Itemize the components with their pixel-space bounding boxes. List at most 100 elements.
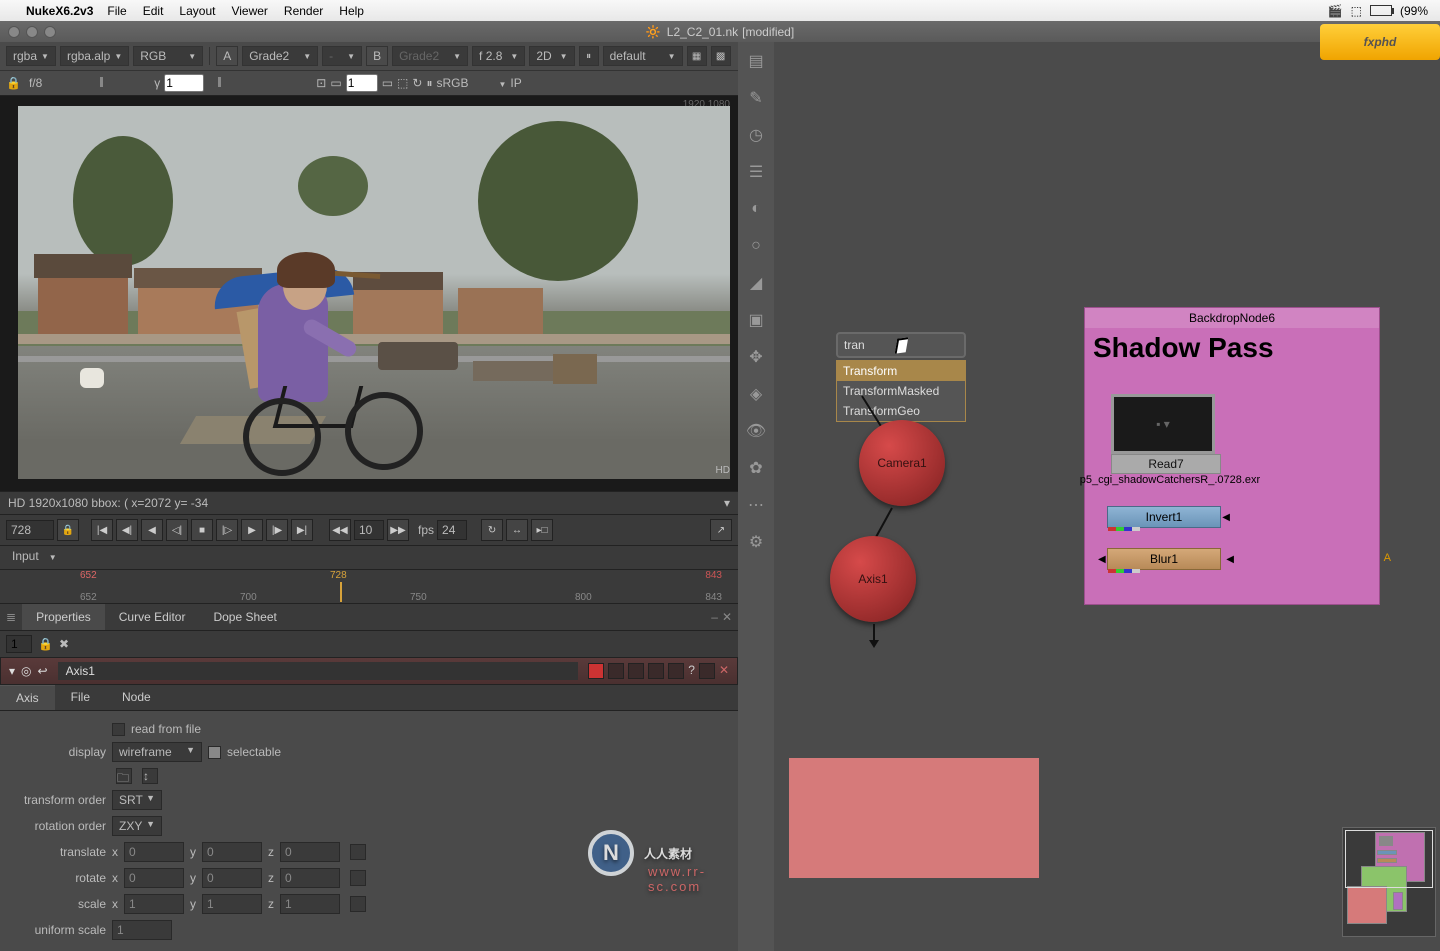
display-dropdown[interactable]: wireframe▼ [112,742,202,762]
layers-toggle[interactable]: ▦ [687,46,707,66]
node-undo-icon[interactable] [628,663,644,679]
toolset-menu-icon[interactable]: ⚙ [745,531,767,553]
goto-prev-key-icon[interactable]: ◀| [116,519,138,541]
fstop-slider[interactable] [50,76,150,90]
axis-node[interactable]: Axis1 [830,536,916,622]
clear-all-icon[interactable]: ✖ [59,637,69,651]
goto-next-key-icon[interactable]: |▶ [266,519,288,541]
ip-button[interactable]: IP [510,76,521,90]
views-menu-icon[interactable]: 👁 [745,420,767,442]
channel-dropdown-2[interactable]: rgba.alp▼ [60,46,129,66]
transform-menu-icon[interactable]: ✥ [745,346,767,368]
file-browser-button[interactable]: 🗀 [116,768,132,784]
menu-file[interactable]: File [107,4,126,18]
current-frame-field[interactable] [6,520,54,540]
flipbook-icon[interactable]: ▸□ [531,519,553,541]
step-field[interactable] [354,520,384,540]
panel-min-icon[interactable]: – [711,610,718,624]
other-menu-icon[interactable]: ⋯ [745,494,767,516]
rotate-anim-button[interactable] [350,870,366,886]
disclosure-icon[interactable]: ▾ [9,664,15,678]
menu-layout[interactable]: Layout [179,4,215,18]
node-io-icon[interactable] [608,663,624,679]
help-icon[interactable]: ? [688,663,695,679]
tab-node[interactable]: Node [106,685,167,710]
b-input-dropdown[interactable]: Grade2▼ [392,46,468,66]
scale-x[interactable] [124,894,184,914]
3d-menu-icon[interactable]: ◈ [745,383,767,405]
roi-icon[interactable]: ⬚ [397,76,408,90]
node-graph-navigator[interactable] [1342,827,1436,937]
tab-handle-icon[interactable]: ≣ [0,610,22,624]
a-input-dropdown[interactable]: Grade2▼ [242,46,318,66]
metadata-menu-icon[interactable]: ✿ [745,457,767,479]
rgb-dropdown[interactable]: RGB▼ [133,46,203,66]
rotation-order-dropdown[interactable]: ZXY▼ [112,816,162,836]
loop-icon[interactable]: ↻ [481,519,503,541]
zoom-fit-icon[interactable]: ⊡ [316,76,326,90]
lock-playback-icon[interactable]: 🔒 [57,519,79,541]
menu-help[interactable]: Help [339,4,364,18]
node-search-input[interactable] [836,332,966,358]
node-color-swatch[interactable] [588,663,604,679]
read-node[interactable]: ▪ ▾ Read7 [1111,394,1221,474]
step-fwd-icon[interactable]: |▷ [216,519,238,541]
merge-menu-icon[interactable]: ▣ [745,309,767,331]
scale-y[interactable] [202,894,262,914]
goto-first-icon[interactable]: |◀ [91,519,113,541]
image-menu-icon[interactable]: ▤ [745,50,767,72]
menu-render[interactable]: Render [284,4,323,18]
scale-anim-button[interactable] [350,896,366,912]
lock-icon[interactable]: 🔒 [6,76,21,90]
clapper-icon[interactable]: 🎬 [1328,4,1343,18]
link-icon[interactable]: ↩ [38,664,48,678]
proxy-de-icon[interactable]: ▭ [330,76,341,90]
input-range-dropdown[interactable]: Input▼ [6,547,63,565]
uniform-scale[interactable] [112,920,172,940]
panel-count-field[interactable] [6,635,32,653]
rotate-z[interactable] [280,868,340,888]
skip-fwd-icon[interactable]: ▶▶ [387,519,409,541]
app-name[interactable]: NukeX6.2v3 [26,4,93,18]
zoom-field[interactable] [346,74,378,92]
backdrop-node-2[interactable] [789,758,1039,878]
tab-file[interactable]: File [55,685,106,710]
node-graph[interactable]: Transform TransformMasked TransformGeo C… [774,42,1440,951]
stop-icon[interactable]: ■ [191,519,213,541]
translate-z[interactable] [280,842,340,862]
center-icon[interactable]: ◎ [21,664,31,678]
blur-node[interactable]: Blur1 ◀ ◀ [1107,548,1221,570]
bounce-icon[interactable]: ↔ [506,519,528,541]
step-back-icon[interactable]: ◁| [166,519,188,541]
proxy-dropdown[interactable]: f 2.8▼ [472,46,525,66]
snap-menu-button[interactable]: ↕ [142,768,158,784]
pause-button[interactable]: ⏸ [579,46,599,66]
battery-icon[interactable] [1370,5,1392,16]
timeline[interactable]: 652 652 700 728 750 800 843 843 [0,569,738,603]
default-dropdown[interactable]: default▼ [603,46,683,66]
color-menu-icon[interactable]: ◐ [745,198,767,220]
node-revert-icon[interactable] [668,663,684,679]
goto-last-icon[interactable]: ▶| [291,519,313,541]
lock-all-icon[interactable]: 🔒 [38,637,53,651]
scale-z[interactable] [280,894,340,914]
invert-node[interactable]: Invert1 ◀ [1107,506,1221,528]
node-redo-icon[interactable] [648,663,664,679]
proxy-in-icon[interactable]: ▭ [382,76,393,90]
channel-dropdown-1[interactable]: rgba▼ [6,46,56,66]
option-transform[interactable]: Transform [837,361,965,381]
time-menu-icon[interactable]: ◷ [745,124,767,146]
menu-viewer[interactable]: Viewer [231,4,267,18]
translate-y[interactable] [202,842,262,862]
channel-menu-icon[interactable]: ☰ [745,161,767,183]
draw-menu-icon[interactable]: ✎ [745,87,767,109]
2d-dropdown[interactable]: 2D▼ [529,46,574,66]
viewer-panel[interactable]: 1920,1080 [0,96,738,491]
playhead-icon[interactable] [340,582,342,602]
tab-axis[interactable]: Axis [0,685,55,710]
filter-menu-icon[interactable]: ○ [745,235,767,257]
menu-edit[interactable]: Edit [143,4,164,18]
node-close-icon[interactable]: ✕ [719,663,729,679]
colorspace-dropdown[interactable]: sRGB▼ [436,76,506,90]
gamma-slider[interactable] [208,76,308,90]
